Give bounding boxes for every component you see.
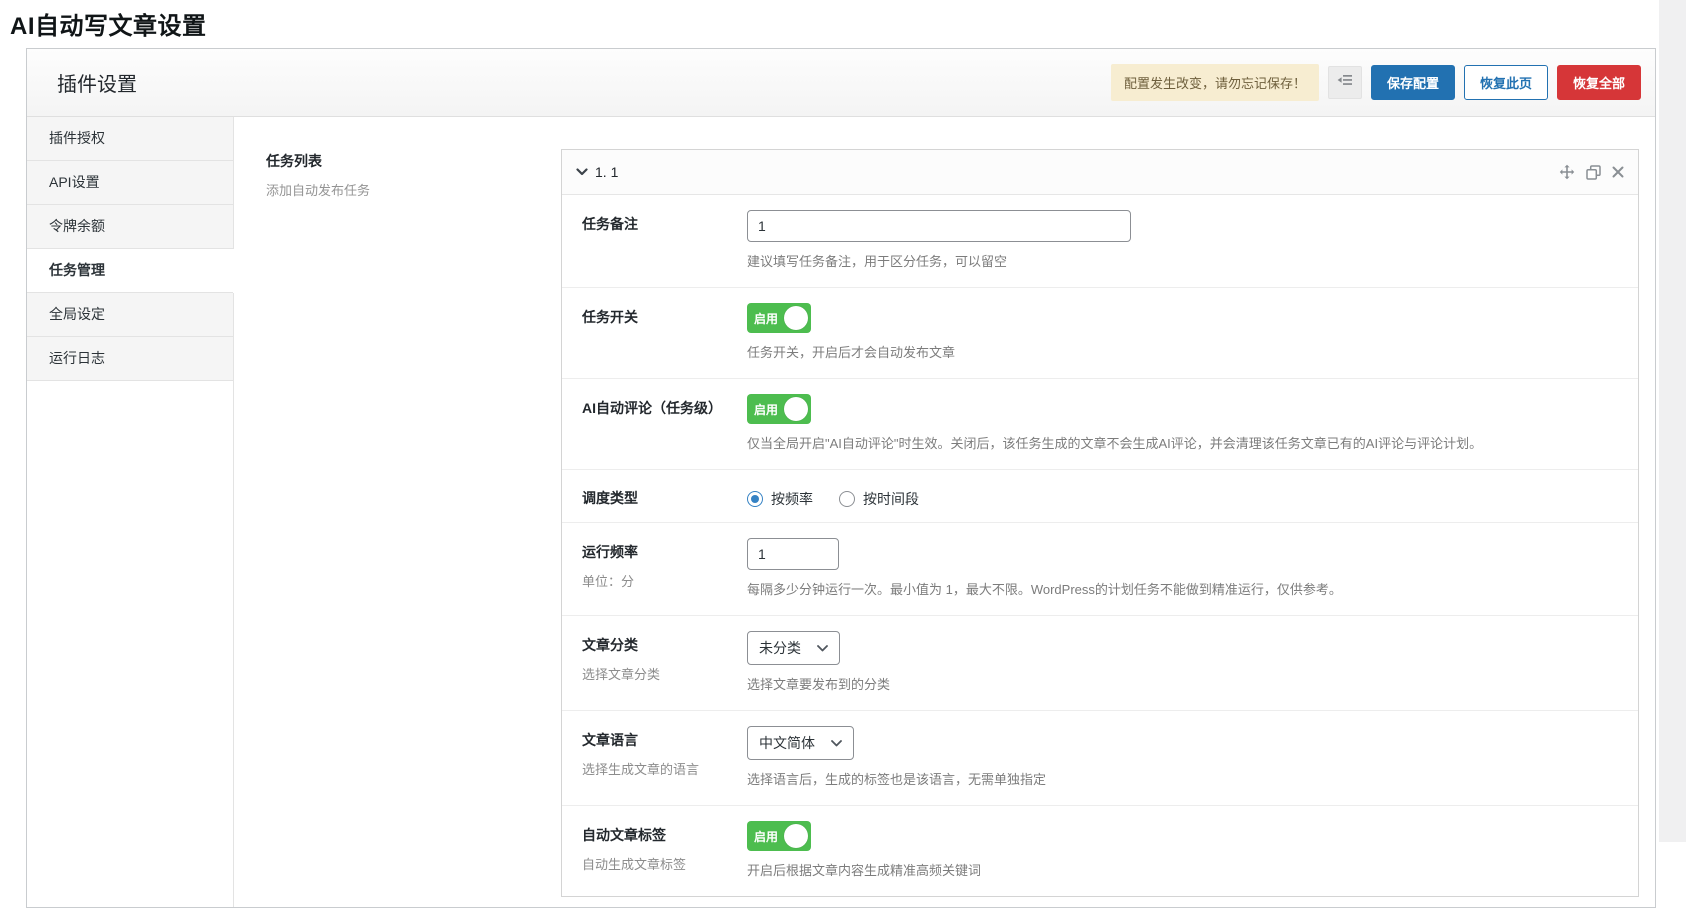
schedule-type-radio-group: 按频率 按时间段 bbox=[747, 484, 1618, 509]
frequency-input[interactable] bbox=[747, 538, 839, 570]
language-select[interactable]: 中文简体 bbox=[747, 726, 854, 760]
row-label: 任务开关 bbox=[582, 308, 747, 327]
hint-text: 每隔多少分钟运行一次。最小值为 1，最大不限。WordPress的计划任务不能做… bbox=[747, 579, 1618, 598]
row-label: 任务备注 bbox=[582, 215, 747, 234]
page-right-gutter bbox=[1659, 0, 1686, 842]
chevron-down-icon bbox=[817, 645, 828, 652]
collapse-all-button[interactable] bbox=[1328, 66, 1362, 99]
form-row-article-language: 文章语言 选择生成文章的语言 中文简体 选择语言后，生成的标签也是该语言，无需单… bbox=[562, 711, 1638, 806]
auto-tags-toggle[interactable]: 启用 bbox=[747, 821, 811, 851]
restore-all-button[interactable]: 恢复全部 bbox=[1557, 65, 1641, 100]
radio-unselected-icon bbox=[839, 491, 855, 507]
form-row-run-frequency: 运行频率 单位：分 每隔多少分钟运行一次。最小值为 1，最大不限。WordPre… bbox=[562, 523, 1638, 616]
form-row-task-switch: 任务开关 启用 任务开关，开启后才会自动发布文章 bbox=[562, 288, 1638, 379]
hint-text: 开启后根据文章内容生成精准高频关键词 bbox=[747, 860, 1618, 879]
toggle-state-label: 启用 bbox=[754, 310, 778, 327]
section-subtitle: 添加自动发布任务 bbox=[266, 180, 561, 199]
sidebar-item-api-settings[interactable]: API设置 bbox=[27, 161, 233, 205]
close-button[interactable] bbox=[1612, 166, 1624, 178]
sidebar-item-task-management[interactable]: 任务管理 bbox=[27, 249, 233, 293]
radio-label: 按时间段 bbox=[863, 489, 919, 509]
header-actions: 配置发生改变，请勿忘记保存！ 保存配置 恢复此页 恢复全部 bbox=[1111, 64, 1641, 101]
section-title: 任务列表 bbox=[266, 151, 561, 171]
radio-selected-icon bbox=[747, 491, 763, 507]
page-title: AI自动写文章设置 bbox=[10, 6, 207, 41]
row-label: 自动文章标签 bbox=[582, 826, 747, 845]
hint-text: 选择语言后，生成的标签也是该语言，无需单独指定 bbox=[747, 769, 1618, 788]
hint-text: 建议填写任务备注，用于区分任务，可以留空 bbox=[747, 251, 1618, 270]
toggle-knob bbox=[784, 397, 808, 421]
row-label: 文章语言 bbox=[582, 731, 747, 750]
row-sublabel: 选择文章分类 bbox=[582, 664, 747, 683]
accordion-actions bbox=[1559, 164, 1624, 180]
sidebar-item-global-settings[interactable]: 全局设定 bbox=[27, 293, 233, 337]
duplicate-button[interactable] bbox=[1586, 165, 1601, 180]
toggle-knob bbox=[784, 824, 808, 848]
sidebar-item-token-balance[interactable]: 令牌余额 bbox=[27, 205, 233, 249]
hint-text: 选择文章要发布到的分类 bbox=[747, 674, 1618, 693]
task-accordion: 1. 1 bbox=[561, 149, 1639, 897]
restore-page-button[interactable]: 恢复此页 bbox=[1464, 65, 1548, 100]
radio-by-frequency[interactable]: 按频率 bbox=[747, 489, 813, 509]
hint-text: 任务开关，开启后才会自动发布文章 bbox=[747, 342, 1618, 361]
close-icon bbox=[1612, 166, 1624, 178]
duplicate-icon bbox=[1586, 165, 1601, 180]
accordion-title: 1. 1 bbox=[595, 164, 618, 180]
chevron-down-icon bbox=[576, 168, 588, 176]
panel-header: 插件设置 配置发生改变，请勿忘记保存！ 保存配置 恢复此页 恢 bbox=[27, 49, 1655, 117]
move-handle[interactable] bbox=[1559, 164, 1575, 180]
select-value: 中文简体 bbox=[759, 733, 815, 753]
form-row-article-category: 文章分类 选择文章分类 未分类 选择文章要发布到的分类 bbox=[562, 616, 1638, 711]
row-sublabel: 选择生成文章的语言 bbox=[582, 759, 747, 778]
chevron-down-icon bbox=[831, 740, 842, 747]
radio-by-time-period[interactable]: 按时间段 bbox=[839, 489, 919, 509]
save-config-button[interactable]: 保存配置 bbox=[1371, 65, 1455, 100]
ai-comment-toggle[interactable]: 启用 bbox=[747, 394, 811, 424]
task-note-input[interactable] bbox=[747, 210, 1131, 242]
form-row-schedule-type: 调度类型 按频率 按时间段 bbox=[562, 470, 1638, 523]
task-enable-toggle[interactable]: 启用 bbox=[747, 303, 811, 333]
form-row-auto-tags: 自动文章标签 自动生成文章标签 启用 开启后根据文章内容生成精准高频关键词 bbox=[562, 806, 1638, 896]
row-label: 调度类型 bbox=[582, 489, 747, 508]
form-row-task-note: 任务备注 建议填写任务备注，用于区分任务，可以留空 bbox=[562, 195, 1638, 288]
toggle-knob bbox=[784, 306, 808, 330]
category-select[interactable]: 未分类 bbox=[747, 631, 840, 665]
unsaved-changes-notice: 配置发生改变，请勿忘记保存！ bbox=[1111, 64, 1319, 101]
row-label: AI自动评论（任务级） bbox=[582, 399, 747, 418]
toggle-state-label: 启用 bbox=[754, 401, 778, 418]
sidebar-item-plugin-auth[interactable]: 插件授权 bbox=[27, 117, 233, 161]
panel-body: 插件授权 API设置 令牌余额 任务管理 全局设定 运行日志 任务列表 添加自动… bbox=[27, 117, 1655, 907]
panel-title: 插件设置 bbox=[57, 68, 137, 97]
row-sublabel: 自动生成文章标签 bbox=[582, 854, 747, 873]
content-area: 任务列表 添加自动发布任务 1. 1 bbox=[234, 117, 1655, 907]
form-row-ai-comment: AI自动评论（任务级） 启用 仅当全局开启"AI自动评论"时生效。关闭后，该任务… bbox=[562, 379, 1638, 470]
select-value: 未分类 bbox=[759, 638, 801, 658]
row-label: 文章分类 bbox=[582, 636, 747, 655]
radio-label: 按频率 bbox=[771, 489, 813, 509]
settings-panel: 插件设置 配置发生改变，请勿忘记保存！ 保存配置 恢复此页 恢 bbox=[26, 48, 1656, 908]
section-description: 任务列表 添加自动发布任务 bbox=[266, 149, 561, 199]
move-icon bbox=[1559, 164, 1575, 180]
sidebar-item-run-log[interactable]: 运行日志 bbox=[27, 337, 233, 381]
row-sublabel: 单位：分 bbox=[582, 571, 747, 590]
hint-text: 仅当全局开启"AI自动评论"时生效。关闭后，该任务生成的文章不会生成AI评论，并… bbox=[747, 433, 1618, 452]
sidebar-nav: 插件授权 API设置 令牌余额 任务管理 全局设定 运行日志 bbox=[27, 117, 234, 907]
collapse-all-icon bbox=[1337, 73, 1353, 92]
accordion-header[interactable]: 1. 1 bbox=[562, 150, 1638, 195]
row-label: 运行频率 bbox=[582, 543, 747, 562]
